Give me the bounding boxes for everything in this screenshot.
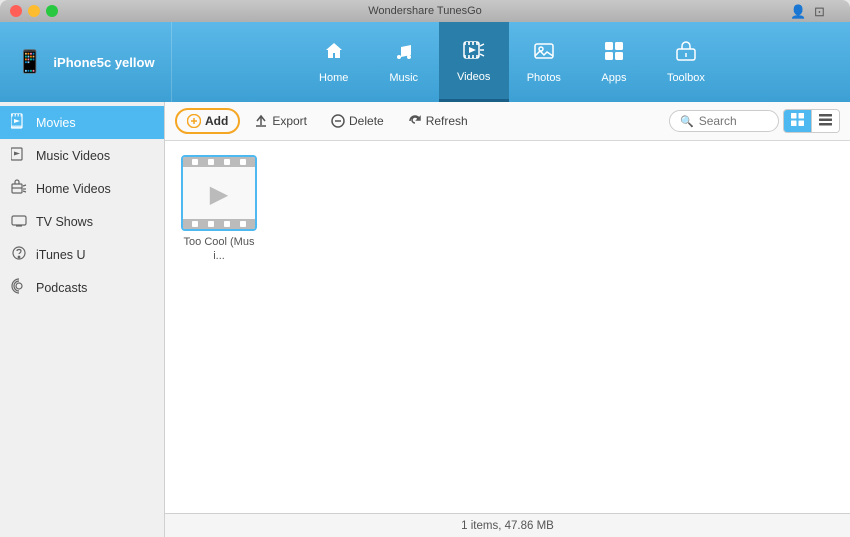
maximize-button[interactable] — [46, 5, 58, 17]
film-hole — [192, 221, 198, 227]
search-input[interactable] — [699, 114, 779, 128]
minimize-button[interactable] — [28, 5, 40, 17]
itunes-u-icon — [10, 245, 28, 264]
file-item[interactable]: ▶ Too Cool (Musi... — [179, 155, 259, 264]
settings-icon[interactable]: ⊡ — [814, 4, 828, 18]
device-icon: 📱 — [16, 49, 43, 75]
refresh-label: Refresh — [426, 114, 468, 128]
header: 📱 iPhone5c yellow Home Music — [0, 22, 850, 102]
status-bar: 1 items, 47.86 MB — [165, 513, 850, 537]
sidebar-music-videos-label: Music Videos — [36, 149, 110, 163]
delete-button[interactable]: Delete — [321, 110, 394, 132]
sidebar-movies-label: Movies — [36, 116, 76, 130]
podcasts-icon — [10, 278, 28, 297]
search-icon: 🔍 — [680, 115, 694, 128]
film-hole — [224, 159, 230, 165]
toolbox-icon — [675, 40, 697, 68]
music-icon — [393, 40, 415, 68]
tab-photos-label: Photos — [527, 72, 561, 84]
tab-home-label: Home — [319, 72, 348, 84]
device-name: iPhone5c yellow — [53, 55, 154, 70]
device-info: 📱 iPhone5c yellow — [0, 22, 172, 102]
view-toggle — [783, 109, 840, 133]
delete-label: Delete — [349, 114, 384, 128]
tab-videos[interactable]: Videos — [439, 22, 509, 102]
film-hole — [192, 159, 198, 165]
sidebar-item-podcasts[interactable]: Podcasts — [0, 271, 164, 304]
file-grid: ▶ Too Cool (Musi... — [165, 141, 850, 513]
play-icon: ▶ — [210, 180, 228, 209]
sidebar-item-home-videos[interactable]: Home Videos — [0, 172, 164, 205]
nav-tabs: Home Music — [172, 22, 850, 102]
sidebar-home-videos-label: Home Videos — [36, 182, 111, 196]
close-button[interactable] — [10, 5, 22, 17]
tab-music[interactable]: Music — [369, 22, 439, 102]
refresh-button[interactable]: Refresh — [398, 110, 478, 132]
tab-apps-label: Apps — [601, 72, 626, 84]
home-videos-icon — [10, 179, 28, 198]
film-hole — [240, 221, 246, 227]
search-box[interactable]: 🔍 — [669, 110, 779, 132]
title-bar: Wondershare TunesGo 👤 ⊡ — [0, 0, 850, 22]
sidebar-item-tv-shows[interactable]: TV Shows — [0, 205, 164, 238]
tab-videos-label: Videos — [457, 71, 490, 83]
music-videos-icon — [10, 146, 28, 165]
sidebar-tv-shows-label: TV Shows — [36, 215, 93, 229]
list-view-button[interactable] — [812, 110, 839, 132]
toolbar: Add Export Delete Refresh — [165, 102, 850, 141]
file-name: Too Cool (Musi... — [180, 235, 258, 264]
tab-photos[interactable]: Photos — [509, 22, 579, 102]
videos-icon — [463, 39, 485, 67]
export-label: Export — [272, 114, 307, 128]
sidebar-item-itunes-u[interactable]: iTunes U — [0, 238, 164, 271]
tab-toolbox[interactable]: Toolbox — [649, 22, 723, 102]
title-bar-right: 👤 ⊡ — [790, 4, 840, 18]
file-thumbnail: ▶ — [181, 155, 257, 231]
status-text: 1 items, 47.86 MB — [461, 520, 554, 532]
main-area: Movies Music Videos Home Vi — [0, 102, 850, 537]
sidebar-itunes-u-label: iTunes U — [36, 248, 86, 262]
add-button[interactable]: Add — [175, 108, 240, 134]
window-controls — [10, 5, 58, 17]
film-hole — [208, 159, 214, 165]
sidebar: Movies Music Videos Home Vi — [0, 102, 165, 537]
user-icon[interactable]: 👤 — [790, 4, 804, 18]
app-title: Wondershare TunesGo — [368, 5, 482, 17]
movies-icon — [10, 113, 28, 132]
tab-toolbox-label: Toolbox — [667, 72, 705, 84]
tab-apps[interactable]: Apps — [579, 22, 649, 102]
home-icon — [323, 40, 345, 68]
tab-home[interactable]: Home — [299, 22, 369, 102]
apps-icon — [603, 40, 625, 68]
sidebar-podcasts-label: Podcasts — [36, 281, 87, 295]
content-area: Add Export Delete Refresh — [165, 102, 850, 537]
film-strip-bottom — [183, 219, 255, 229]
sidebar-item-music-videos[interactable]: Music Videos — [0, 139, 164, 172]
sidebar-item-movies[interactable]: Movies — [0, 106, 164, 139]
add-label: Add — [205, 114, 228, 128]
film-hole — [224, 221, 230, 227]
tv-shows-icon — [10, 212, 28, 231]
film-hole — [208, 221, 214, 227]
photos-icon — [533, 40, 555, 68]
export-button[interactable]: Export — [244, 110, 317, 132]
tab-music-label: Music — [389, 72, 418, 84]
film-strip-top — [183, 157, 255, 167]
film-hole — [240, 159, 246, 165]
grid-view-button[interactable] — [784, 110, 812, 132]
